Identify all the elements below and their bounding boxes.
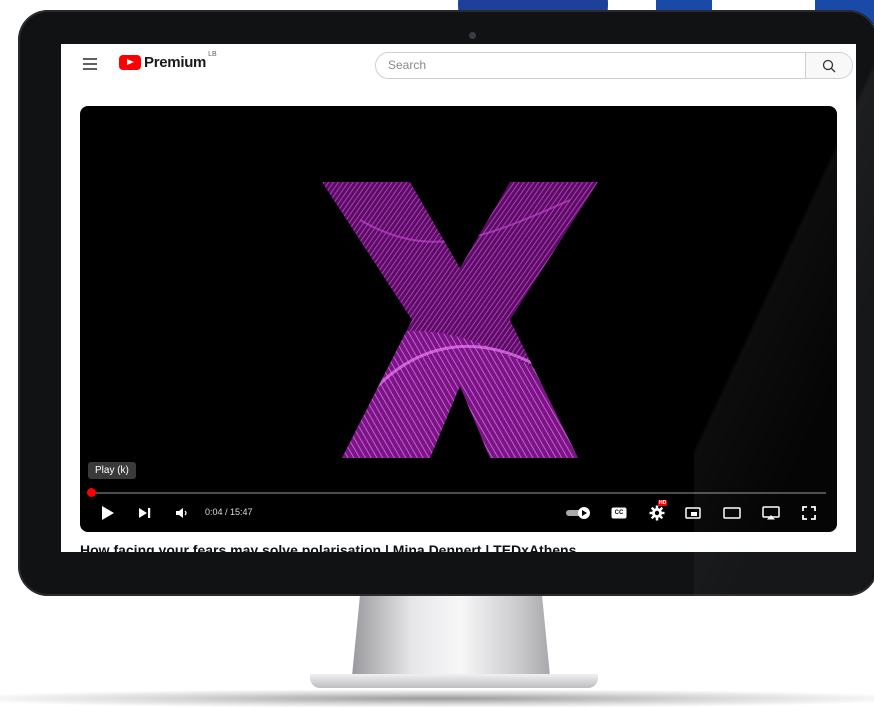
settings-icon (649, 505, 665, 521)
miniplayer-button[interactable] (683, 502, 703, 524)
fullscreen-icon (802, 506, 816, 520)
settings-button[interactable]: HD (645, 500, 669, 524)
cast-button[interactable] (760, 502, 782, 524)
search-icon (822, 59, 836, 73)
scrubber-handle[interactable] (87, 488, 96, 497)
search-button[interactable] (805, 53, 852, 78)
video-title[interactable]: How facing your fears may solve polarisa… (80, 542, 576, 552)
volume-button[interactable] (172, 502, 192, 524)
next-button[interactable] (135, 502, 155, 524)
tedx-x-graphic (322, 182, 598, 458)
monitor-base (310, 674, 598, 688)
theater-mode-button[interactable] (721, 502, 743, 524)
search-input[interactable]: Search (388, 58, 426, 72)
miniplayer-icon (685, 507, 701, 519)
play-icon (102, 506, 114, 520)
logo-text: Premium (144, 54, 207, 71)
hd-badge: HD (658, 500, 668, 506)
progress-bar[interactable] (92, 492, 826, 494)
player-controls: 0:04 / 15:47 CC HD (80, 500, 837, 528)
menu-icon[interactable] (83, 58, 97, 70)
theater-mode-icon (723, 507, 741, 519)
fullscreen-button[interactable] (799, 502, 819, 524)
autoplay-toggle[interactable] (564, 502, 594, 524)
next-icon (139, 508, 151, 518)
play-button[interactable] (98, 502, 118, 524)
captions-label: CC (614, 510, 624, 516)
captions-button[interactable]: CC (609, 502, 629, 524)
autoplay-toggle-icon (566, 507, 590, 519)
video-player[interactable]: Play (k) 0:04 / 15:47 CC HD (80, 106, 837, 532)
youtube-logo-icon (119, 55, 141, 70)
screen: Premium LB Search Play (k) 0:04 / 15:47 … (61, 44, 856, 552)
logo-country-code: LB (208, 51, 217, 58)
search-bar[interactable]: Search (375, 52, 853, 79)
volume-icon (176, 508, 187, 518)
youtube-premium-logo[interactable]: Premium LB (119, 51, 217, 71)
floor-shadow (0, 690, 874, 707)
play-tooltip: Play (k) (88, 462, 136, 479)
webcam-dot (469, 32, 476, 39)
time-display: 0:04 / 15:47 (205, 507, 253, 517)
monitor-stand (352, 596, 550, 676)
cast-icon (762, 506, 780, 520)
